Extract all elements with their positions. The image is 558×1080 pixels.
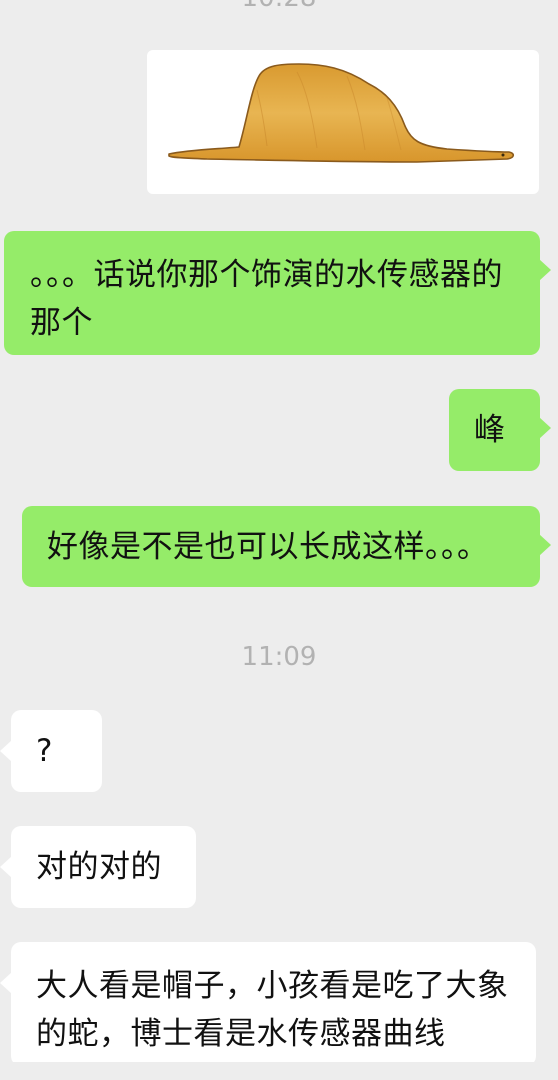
timestamp-mid: 11:09 [241,642,317,672]
message-text: 峰 [474,412,506,448]
message-text: ? [36,733,53,769]
message-text: 对的对的 [36,849,162,885]
message-text: 。。。话说你那个饰演的水传感器的那个 [30,257,503,341]
message-text: 好像是不是也可以长成这样。。。 [47,529,489,565]
message-bubble-sent[interactable]: 。。。话说你那个饰演的水传感器的那个 [4,231,551,355]
message-text: 大人看是帽子，小孩看是吃了大象的蛇，博士看是水传感器曲线 [36,968,509,1052]
boa-elephant-hat-drawing-icon [168,63,515,163]
message-bubble-received[interactable]: 大人看是帽子，小孩看是吃了大象的蛇，博士看是水传感器曲线 [0,942,536,1066]
message-bubble-sent[interactable]: 好像是不是也可以长成这样。。。 [22,506,551,587]
image-message-drawing[interactable] [147,50,539,194]
message-bubble-received[interactable]: 对的对的 [0,826,196,908]
message-bubble-sent[interactable]: 峰 [449,389,551,471]
timestamp-top: 10:28 [0,0,558,14]
message-bubble-received[interactable]: ? [0,710,102,792]
bottom-edge [0,1062,558,1080]
